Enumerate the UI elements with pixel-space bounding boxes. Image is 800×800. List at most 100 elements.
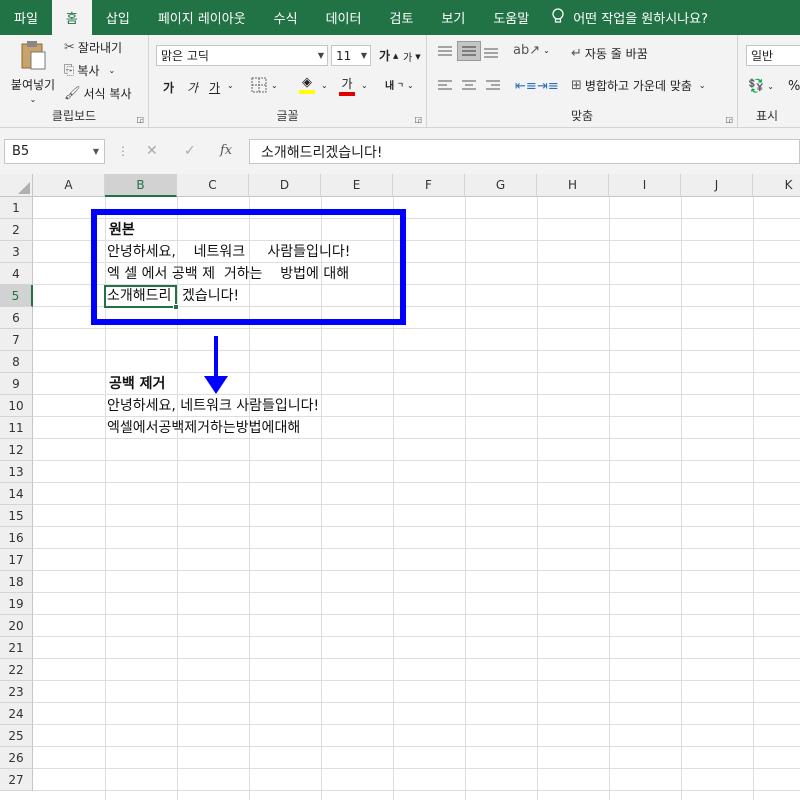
font-size-select[interactable]: 11 ▼ [331, 45, 371, 66]
gridline-horizontal [33, 526, 800, 527]
row-header-22[interactable]: 22 [0, 659, 33, 681]
select-all-corner[interactable] [0, 174, 33, 197]
tab-file[interactable]: 파일 [0, 0, 52, 35]
cell-b11[interactable]: 엑셀에서공백제거하는방법에대해 [107, 417, 300, 439]
tab-page-layout[interactable]: 페이지 레이아웃 [144, 0, 260, 35]
row-header-9[interactable]: 9 [0, 373, 33, 395]
row-header-12[interactable]: 12 [0, 439, 33, 461]
merge-center-button[interactable]: ⊞ 병합하고 가운데 맞춤 ⌄ [571, 77, 706, 94]
increase-font-icon[interactable]: 가 ▲ [379, 47, 398, 64]
currency-icon[interactable]: 💱 ⌄ [748, 79, 774, 94]
copy-icon: ⎘ [64, 63, 75, 78]
row-header-2[interactable]: 2 [0, 219, 33, 241]
tab-data[interactable]: 데이터 [312, 0, 376, 35]
column-header-d[interactable]: D [249, 174, 321, 197]
row-header-1[interactable]: 1 [0, 197, 33, 219]
row-header-25[interactable]: 25 [0, 725, 33, 747]
formula-input[interactable]: 소개해드리겠습니다! [249, 139, 800, 164]
decrease-indent-icon[interactable]: ⇤≡ [515, 79, 537, 94]
dialog-launcher-icon[interactable]: ◲ [136, 115, 144, 124]
orientation-icon[interactable]: ab↗ ⌄ [513, 43, 550, 58]
chevron-down-icon[interactable]: ⌄ [271, 81, 278, 90]
fill-color-icon[interactable]: ◈ [299, 75, 315, 94]
column-header-e[interactable]: E [321, 174, 393, 197]
column-header-h[interactable]: H [537, 174, 609, 197]
align-center-icon[interactable] [461, 79, 477, 93]
percent-icon[interactable]: % [788, 79, 800, 94]
align-middle-icon[interactable] [457, 41, 481, 61]
row-header-23[interactable]: 23 [0, 681, 33, 703]
tab-help[interactable]: 도움말 [479, 0, 543, 35]
bold-button[interactable]: 가 [163, 79, 174, 96]
tab-view[interactable]: 보기 [427, 0, 479, 35]
column-header-k[interactable]: K [753, 174, 800, 197]
name-box-value: B5 [12, 144, 30, 159]
tab-review[interactable]: 검토 [375, 0, 427, 35]
row-header-7[interactable]: 7 [0, 329, 33, 351]
increase-indent-icon[interactable]: ⇥≡ [537, 79, 559, 94]
dialog-launcher-icon[interactable]: ◲ [725, 115, 733, 124]
row-header-4[interactable]: 4 [0, 263, 33, 285]
row-header-19[interactable]: 19 [0, 593, 33, 615]
copy-button[interactable]: ⎘ 복사 ⌄ [64, 62, 115, 79]
row-header-14[interactable]: 14 [0, 483, 33, 505]
align-right-icon[interactable] [485, 79, 501, 93]
cell-b9[interactable]: 공백 제거 [109, 373, 165, 395]
decrease-font-icon[interactable]: 가 ▼ [403, 49, 421, 65]
chevron-down-icon[interactable]: ⌄ [361, 81, 368, 90]
drag-handle-icon[interactable]: ⋮ [117, 144, 129, 158]
font-color-button[interactable]: 가 [339, 75, 355, 96]
column-header-f[interactable]: F [393, 174, 465, 197]
align-left-icon[interactable] [437, 79, 453, 93]
paste-button[interactable]: 붙여넣기 ⌄ [8, 39, 58, 104]
row-header-3[interactable]: 3 [0, 241, 33, 263]
borders-icon[interactable] [251, 77, 267, 93]
row-header-27[interactable]: 27 [0, 769, 33, 791]
insert-function-button[interactable]: fx [220, 143, 232, 158]
chevron-down-icon[interactable]: ⌄ [321, 81, 328, 90]
chevron-down-icon[interactable]: ⌄ [407, 81, 414, 90]
align-top-icon[interactable] [437, 45, 453, 59]
spreadsheet-grid[interactable]: ABCDEFGHIJK 1 2 3 4 5 6 7 8 9 10 11 12 13 14 15 16 17 18 1… [0, 174, 800, 800]
cell-b10[interactable]: 안녕하세요, 네트워크 사람들입니다! [107, 395, 319, 417]
row-header-21[interactable]: 21 [0, 637, 33, 659]
gridline-horizontal [33, 570, 800, 571]
row-header-17[interactable]: 17 [0, 549, 33, 571]
row-header-10[interactable]: 10 [0, 395, 33, 417]
number-format-select[interactable]: 일반 [746, 45, 800, 66]
row-header-24[interactable]: 24 [0, 703, 33, 725]
row-header-5[interactable]: 5 [0, 285, 33, 307]
cancel-icon[interactable]: ✕ [146, 143, 158, 159]
enter-icon[interactable]: ✓ [184, 143, 196, 159]
wrap-text-button[interactable]: ↵ 자동 줄 바꿈 [571, 45, 648, 62]
row-header-15[interactable]: 15 [0, 505, 33, 527]
row-header-18[interactable]: 18 [0, 571, 33, 593]
column-header-g[interactable]: G [465, 174, 537, 197]
column-header-c[interactable]: C [177, 174, 249, 197]
cut-button[interactable]: ✂ 잘라내기 [64, 39, 122, 56]
column-header-a[interactable]: A [33, 174, 105, 197]
align-bottom-icon[interactable] [483, 45, 499, 59]
column-header-b[interactable]: B [105, 174, 177, 197]
row-header-11[interactable]: 11 [0, 417, 33, 439]
chevron-down-icon[interactable]: ⌄ [227, 81, 234, 90]
row-header-6[interactable]: 6 [0, 307, 33, 329]
row-header-26[interactable]: 26 [0, 747, 33, 769]
tab-insert[interactable]: 삽입 [92, 0, 144, 35]
row-header-16[interactable]: 16 [0, 527, 33, 549]
italic-button[interactable]: 가 [187, 79, 198, 96]
font-name-select[interactable]: 맑은 고딕 ▼ [156, 45, 328, 66]
name-box[interactable]: B5 ▼ [4, 139, 105, 164]
row-header-20[interactable]: 20 [0, 615, 33, 637]
row-header-13[interactable]: 13 [0, 461, 33, 483]
underline-button[interactable]: 가 [209, 79, 220, 96]
tab-formulas[interactable]: 수식 [260, 0, 312, 35]
column-header-j[interactable]: J [681, 174, 753, 197]
format-painter-button[interactable]: 🖌 서식 복사 [64, 85, 132, 102]
dialog-launcher-icon[interactable]: ◲ [414, 115, 422, 124]
phonetic-icon[interactable]: 내ㄱ [385, 77, 404, 93]
tell-me-search[interactable]: 어떤 작업을 원하시나요? [543, 7, 708, 28]
tab-home[interactable]: 홈 [51, 0, 92, 35]
row-header-8[interactable]: 8 [0, 351, 33, 373]
column-header-i[interactable]: I [609, 174, 681, 197]
